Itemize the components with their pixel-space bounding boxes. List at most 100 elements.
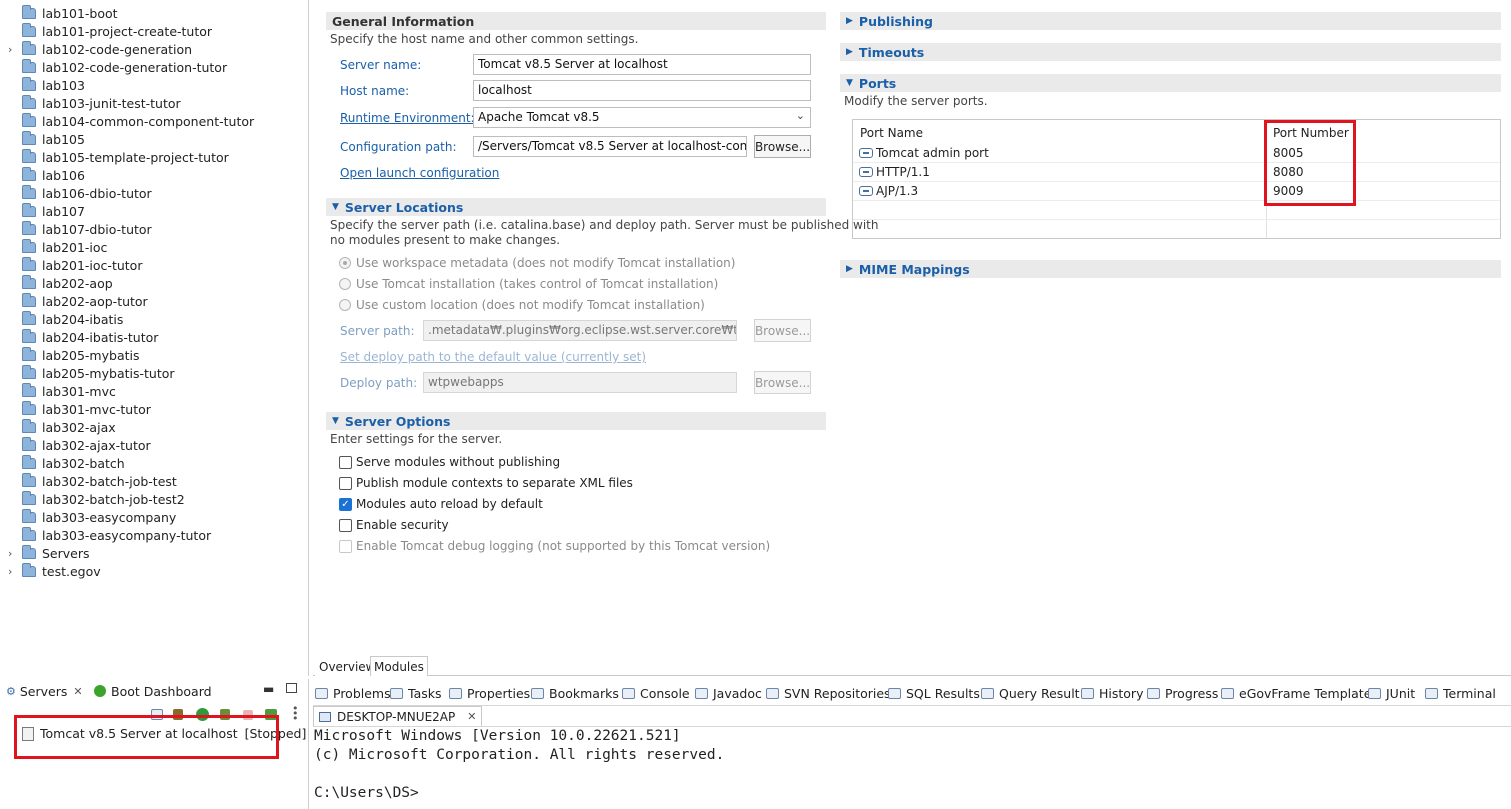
tree-item[interactable]: lab101-project-create-tutor — [8, 22, 212, 40]
tree-item[interactable]: › Servers — [8, 544, 90, 562]
host-name-field[interactable]: localhost — [473, 80, 811, 101]
server-name-field[interactable]: Tomcat v8.5 Server at localhost — [473, 54, 811, 75]
tree-item[interactable]: lab106 — [8, 166, 85, 184]
console-tab[interactable]: Tasks — [390, 681, 442, 705]
radio-tomcat-installation[interactable]: Use Tomcat installation (takes control o… — [339, 277, 718, 291]
console-tab[interactable]: Javadoc — [695, 681, 762, 705]
server-entry-highlight — [14, 715, 279, 759]
console-tab[interactable]: Console — [622, 681, 690, 705]
radio-workspace-metadata[interactable]: Use workspace metadata (does not modify … — [339, 256, 735, 270]
tree-item[interactable]: lab103-junit-test-tutor — [8, 94, 181, 112]
tree-item-label: lab107-dbio-tutor — [42, 221, 152, 237]
tree-item[interactable]: lab104-common-component-tutor — [8, 112, 254, 130]
tab-modules[interactable]: Modules — [370, 656, 428, 676]
tree-item[interactable]: lab302-batch-job-test2 — [8, 490, 185, 508]
serve-without-publishing-checkbox[interactable]: Serve modules without publishing — [339, 455, 560, 469]
runtime-environment-select[interactable]: Apache Tomcat v8.5 ⌄ — [473, 107, 811, 128]
tree-item[interactable]: lab107-dbio-tutor — [8, 220, 152, 238]
console-tab[interactable]: Properties — [449, 681, 530, 705]
deploy-path-field[interactable]: wtpwebapps — [423, 372, 737, 393]
timeouts-header[interactable]: ▶ Timeouts — [840, 43, 1501, 61]
tree-item[interactable]: lab302-batch — [8, 454, 125, 472]
server-options-header[interactable]: ▼ Server Options — [326, 412, 826, 430]
folder-icon — [22, 346, 36, 361]
debug-logging-checkbox[interactable]: Enable Tomcat debug logging (not support… — [339, 539, 770, 553]
tree-item[interactable]: lab102-code-generation-tutor — [8, 58, 227, 76]
table-row[interactable]: HTTP/1.1 8080 — [853, 163, 1500, 182]
auto-reload-checkbox[interactable]: ✓ Modules auto reload by default — [339, 497, 543, 511]
console-tab[interactable]: eGovFrame Templates — [1221, 681, 1378, 705]
tab-boot-dashboard[interactable]: Boot Dashboard — [94, 679, 212, 703]
mime-mappings-header[interactable]: ▶ MIME Mappings — [840, 260, 1501, 278]
chevron-right-icon[interactable]: › — [8, 547, 18, 560]
server-path-field[interactable]: .metadata₩.plugins₩org.eclipse.wst.serve… — [423, 320, 737, 341]
tree-item[interactable]: lab204-ibatis-tutor — [8, 328, 158, 346]
set-deploy-path-link[interactable]: Set deploy path to the default value (cu… — [340, 350, 646, 364]
tree-item-label: test.egov — [42, 563, 101, 579]
tree-item[interactable]: lab205-mybatis-tutor — [8, 364, 175, 382]
table-row[interactable]: AJP/1.3 9009 — [853, 182, 1500, 201]
server-path-browse-button[interactable]: Browse... — [754, 319, 811, 342]
console-tab[interactable]: Bookmarks — [531, 681, 619, 705]
tree-item[interactable]: lab302-batch-job-test — [8, 472, 177, 490]
tree-item[interactable]: lab205-mybatis — [8, 346, 140, 364]
console-tab[interactable]: History — [1081, 681, 1143, 705]
view-icon — [1425, 687, 1438, 699]
console-tab[interactable]: Terminal — [1425, 681, 1496, 705]
tree-item[interactable]: lab301-mvc — [8, 382, 116, 400]
tree-item[interactable]: lab103 — [8, 76, 85, 94]
terminal-prompt[interactable]: C:\Users\DS> — [314, 785, 419, 801]
console-tab[interactable]: Query Result — [981, 681, 1080, 705]
tree-item[interactable]: lab106-dbio-tutor — [8, 184, 152, 202]
view-icon — [981, 687, 994, 699]
console-tab[interactable]: SQL Results — [888, 681, 980, 705]
tree-item[interactable]: lab101-boot — [8, 4, 118, 22]
ports-desc: Modify the server ports. — [844, 94, 988, 108]
tree-item-label: lab302-batch-job-test — [42, 473, 177, 489]
port-name-column-header[interactable]: Port Name — [860, 126, 923, 140]
server-locations-header[interactable]: ▼ Server Locations — [326, 198, 826, 216]
tree-item[interactable]: lab204-ibatis — [8, 310, 123, 328]
tree-item[interactable]: lab302-ajax — [8, 418, 116, 436]
enable-security-checkbox[interactable]: Enable security — [339, 518, 449, 532]
terminal-session-tab[interactable]: DESKTOP-MNUE2AP ✕ — [313, 706, 483, 726]
minimize-icon[interactable]: ▬ — [263, 682, 274, 696]
open-launch-config-link[interactable]: Open launch configuration — [340, 166, 499, 180]
config-browse-button[interactable]: Browse... — [754, 135, 811, 158]
publish-contexts-checkbox[interactable]: Publish module contexts to separate XML … — [339, 476, 633, 490]
config-path-field[interactable]: /Servers/Tomcat v8.5 Server at localhost… — [473, 136, 747, 157]
publishing-header[interactable]: ▶ Publishing — [840, 12, 1501, 30]
tree-item[interactable]: lab302-ajax-tutor — [8, 436, 151, 454]
tree-item[interactable]: lab202-aop-tutor — [8, 292, 148, 310]
tree-item[interactable]: › test.egov — [8, 562, 101, 580]
ports-header[interactable]: ▼ Ports — [840, 74, 1501, 92]
tree-item[interactable]: › lab102-code-generation — [8, 40, 192, 58]
expand-triangle-icon: ▶ — [846, 47, 853, 57]
console-tab[interactable]: Problems — [315, 681, 391, 705]
tree-item[interactable]: lab201-ioc-tutor — [8, 256, 142, 274]
chevron-right-icon[interactable]: › — [8, 43, 18, 56]
tree-item[interactable]: lab105-template-project-tutor — [8, 148, 229, 166]
close-icon[interactable]: ✕ — [467, 710, 476, 723]
tree-item[interactable]: lab202-aop — [8, 274, 113, 292]
runtime-environment-link[interactable]: Runtime Environment: — [340, 111, 475, 125]
radio-custom-location[interactable]: Use custom location (does not modify Tom… — [339, 298, 705, 312]
maximize-icon[interactable] — [286, 683, 297, 693]
console-tab-label: Query Result — [999, 685, 1080, 701]
tree-item[interactable]: lab107 — [8, 202, 85, 220]
table-row[interactable]: Tomcat admin port 8005 — [853, 144, 1500, 163]
console-tab[interactable]: SVN Repositories — [766, 681, 891, 705]
console-tab[interactable]: JUnit — [1368, 681, 1415, 705]
tab-servers[interactable]: ⚙ Servers ✕ — [6, 679, 83, 703]
chevron-right-icon[interactable]: › — [8, 565, 18, 578]
tree-item[interactable]: lab201-ioc — [8, 238, 107, 256]
view-icon — [766, 687, 779, 699]
view-menu-icon[interactable]: • • • — [292, 703, 299, 724]
close-icon[interactable]: ✕ — [73, 685, 82, 698]
tree-item[interactable]: lab303-easycompany-tutor — [8, 526, 211, 544]
tree-item[interactable]: lab301-mvc-tutor — [8, 400, 151, 418]
console-tab[interactable]: Progress — [1147, 681, 1218, 705]
tree-item[interactable]: lab303-easycompany — [8, 508, 176, 526]
tree-item[interactable]: lab105 — [8, 130, 85, 148]
deploy-path-browse-button[interactable]: Browse... — [754, 371, 811, 394]
